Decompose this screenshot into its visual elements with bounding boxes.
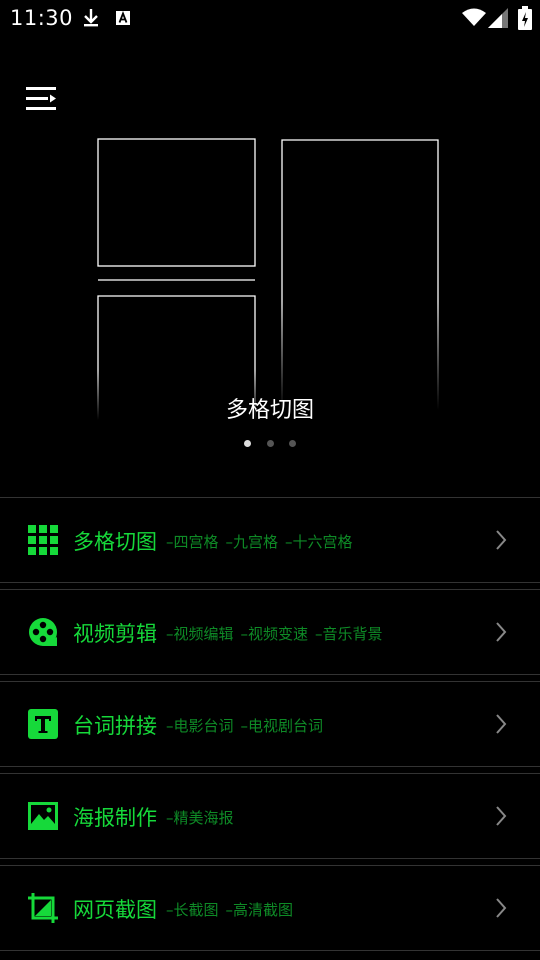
feature-subtitles: –电影台词 –电视剧台词 [166, 717, 324, 735]
feature-item-grid-cut[interactable]: 多格切图 –四宫格 –九宫格 –十六宫格 [0, 497, 540, 583]
a-icon [116, 11, 130, 25]
feature-subtitles: –四宫格 –九宫格 –十六宫格 [166, 533, 353, 551]
feature-title: 网页截图 [73, 898, 157, 922]
feature-item-subtitle-join[interactable]: 台词拼接 –电影台词 –电视剧台词 [0, 681, 540, 767]
banner-title: 多格切图 [225, 398, 314, 423]
image-icon [28, 802, 58, 830]
status-time: 11:30 [10, 6, 74, 30]
grid-icon [28, 525, 58, 555]
chevron-right-icon [496, 806, 507, 826]
signal-icon [488, 8, 508, 28]
feature-item-poster[interactable]: 海报制作 –精美海报 [0, 773, 540, 859]
feature-subtitles: –长截图 –高清截图 [166, 901, 294, 919]
menu-icon[interactable] [24, 84, 60, 114]
carousel-indicator [0, 440, 540, 450]
download-icon [84, 9, 98, 27]
chevron-right-icon [496, 530, 507, 550]
film-reel-icon [29, 618, 57, 646]
feature-item-video-edit[interactable]: 视频剪辑 –视频编辑 –视频变速 –音乐背景 [0, 589, 540, 675]
chevron-right-icon [496, 898, 507, 918]
grid-preview-art [97, 138, 439, 420]
wifi-icon [462, 8, 486, 26]
feature-title: 多格切图 [73, 530, 157, 554]
feature-title: 台词拼接 [73, 714, 157, 738]
carousel-dot-2[interactable] [267, 440, 274, 447]
feature-title: 海报制作 [73, 806, 157, 830]
banner-carousel[interactable]: 多格切图 [0, 120, 540, 460]
carousel-dot-1[interactable] [244, 440, 251, 447]
crop-icon [28, 893, 58, 923]
feature-subtitles: –视频编辑 –视频变速 –音乐背景 [166, 625, 383, 643]
status-bar: 11:30 [0, 0, 540, 36]
chevron-right-icon [496, 622, 507, 642]
chevron-right-icon [496, 714, 507, 734]
carousel-dot-3[interactable] [289, 440, 296, 447]
feature-item-web-screenshot[interactable]: 网页截图 –长截图 –高清截图 [0, 865, 540, 951]
feature-title: 视频剪辑 [73, 622, 157, 646]
battery-icon [518, 6, 532, 30]
feature-subtitles: –精美海报 [166, 809, 234, 827]
text-t-icon [28, 709, 58, 739]
